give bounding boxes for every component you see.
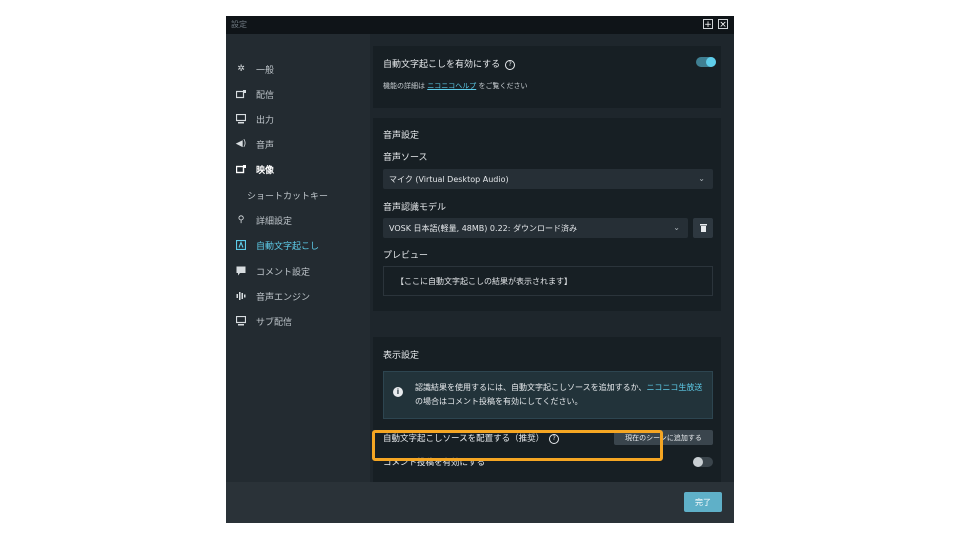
sidebar-item-label: 詳細設定 [256, 216, 293, 227]
sidebar-item-video[interactable]: 映像 [235, 159, 274, 179]
help-icon[interactable]: ? [505, 59, 516, 70]
sidebar-item-label: 映像 [256, 165, 275, 176]
wrench-icon: ⚲ [237, 215, 245, 225]
sidebar-item-audio[interactable]: ◀) 音声 [235, 134, 274, 154]
audio-settings-heading: 音声設定 [383, 131, 420, 141]
help-prefix: 機能の詳細は [383, 82, 425, 90]
comment-post-toggle[interactable] [693, 457, 713, 467]
speaker-icon: ◀) [235, 139, 247, 149]
transcription-enable-card: 自動文字起こしを有効にする? 機能の詳細は ニコニコヘルプ をご覧ください [373, 46, 721, 108]
sidebar-item-label: 配信 [256, 90, 275, 101]
sidebar-item-broadcast[interactable]: 配信 [235, 84, 274, 104]
preview-box: 【ここに自動文字起こしの結果が表示されます】 [383, 266, 713, 296]
info-box: i 認識結果を使用するには、自動文字起こしソースを追加するか、ニコニコ生放送の場… [383, 371, 713, 419]
add-to-scene-button[interactable]: 現在のシーンに追加する [614, 430, 713, 445]
sidebar-item-transcription[interactable]: 自動文字起こし [235, 235, 319, 255]
info-text: 認識結果を使用するには、自動文字起こしソースを追加するか、ニコニコ生放送の場合は… [415, 381, 705, 409]
audio-source-label: 音声ソース [383, 153, 428, 163]
delete-model-button[interactable] [693, 218, 713, 238]
sidebar-item-output[interactable]: 出力 [235, 109, 274, 129]
transcription-enable-toggle[interactable] [696, 57, 716, 67]
comment-post-label: コメント投稿を有効にする [383, 458, 486, 468]
sidebar-item-label: 自動文字起こし [256, 241, 320, 252]
help-suffix: をご覧ください [478, 82, 528, 90]
broadcast-icon [235, 88, 247, 100]
sidebar-item-shortcut-keys[interactable]: ショートカットキー [247, 185, 328, 205]
place-source-label: 自動文字起こしソースを配置する（推奨） [383, 434, 545, 444]
transcription-icon [235, 239, 247, 251]
trash-icon [699, 224, 707, 232]
toggle-knob [706, 57, 716, 67]
audio-source-value: マイク (Virtual Desktop Audio) [389, 174, 509, 184]
help-icon[interactable]: ? [549, 433, 560, 444]
model-value: VOSK 日本語(軽量, 48MB) 0.22: ダウンロード済み [389, 223, 577, 233]
preview-label: プレビュー [383, 251, 429, 261]
nico-help-link[interactable]: ニコニコヘルプ [427, 82, 476, 90]
place-source-row: 自動文字起こしソースを配置する（推奨）? [383, 432, 560, 444]
audio-engine-icon [235, 290, 247, 302]
done-button[interactable]: 完了 [684, 492, 722, 512]
close-icon[interactable]: × [718, 19, 728, 30]
sidebar-item-label: サブ配信 [256, 317, 293, 328]
window-title: 設定 [231, 20, 247, 29]
sidebar-item-label: 音声エンジン [256, 292, 311, 303]
display-settings-heading: 表示設定 [383, 351, 420, 361]
settings-window: 設定 + × ✲ 一般 配信 出力 ◀) 音声 映像 ショートカットキー ⚲ 詳… [226, 16, 734, 523]
transcription-enable-row: 自動文字起こしを有効にする? [383, 57, 516, 70]
nico-live-link[interactable]: ニコニコ生放送 [646, 383, 702, 392]
info-icon: i [393, 387, 403, 397]
settings-content: 自動文字起こしを有効にする? 機能の詳細は ニコニコヘルプ をご覧ください 音声… [370, 34, 734, 482]
sidebar-item-comment[interactable]: コメント設定 [235, 261, 310, 281]
transcription-enable-label: 自動文字起こしを有効にする [383, 60, 501, 70]
help-text: 機能の詳細は ニコニコヘルプ をご覧ください [383, 81, 527, 91]
toggle-knob [693, 457, 703, 467]
output-icon [235, 113, 247, 125]
sidebar-item-label: ショートカットキー [247, 191, 329, 202]
audio-settings-card: 音声設定 音声ソース マイク (Virtual Desktop Audio) ⌄… [373, 118, 721, 311]
info-text-after: の場合はコメント投稿を有効にしてください。 [415, 397, 583, 406]
footer: 完了 [226, 482, 734, 523]
chevron-down-icon: ⌄ [673, 223, 680, 232]
sidebar-item-audio-engine[interactable]: 音声エンジン [235, 286, 310, 306]
model-label: 音声認識モデル [383, 203, 447, 213]
chevron-down-icon: ⌄ [698, 174, 705, 183]
sidebar-item-general[interactable]: ✲ 一般 [235, 59, 274, 79]
info-text-before: 認識結果を使用するには、自動文字起こしソースを追加するか、 [415, 383, 647, 392]
comment-icon [235, 265, 247, 277]
sidebar-item-label: 一般 [256, 65, 275, 76]
sidebar-item-label: 出力 [256, 115, 275, 126]
preview-text: 【ここに自動文字起こしの結果が表示されます】 [396, 276, 572, 286]
display-settings-card: 表示設定 i 認識結果を使用するには、自動文字起こしソースを追加するか、ニコニコ… [373, 337, 721, 482]
video-icon [235, 163, 247, 175]
sidebar-item-label: コメント設定 [256, 267, 311, 278]
sidebar-item-sub-broadcast[interactable]: サブ配信 [235, 311, 292, 331]
audio-source-select[interactable]: マイク (Virtual Desktop Audio) ⌄ [383, 169, 713, 189]
maximize-icon[interactable]: + [703, 19, 713, 30]
title-bar: 設定 + × [226, 16, 734, 34]
settings-sidebar: ✲ 一般 配信 出力 ◀) 音声 映像 ショートカットキー ⚲ 詳細設定 自動文… [226, 34, 370, 482]
sidebar-item-advanced[interactable]: ⚲ 詳細設定 [235, 210, 292, 230]
gear-icon: ✲ [237, 64, 245, 74]
sub-broadcast-icon [235, 315, 247, 327]
model-select[interactable]: VOSK 日本語(軽量, 48MB) 0.22: ダウンロード済み ⌄ [383, 218, 688, 238]
sidebar-item-label: 音声 [256, 140, 275, 151]
